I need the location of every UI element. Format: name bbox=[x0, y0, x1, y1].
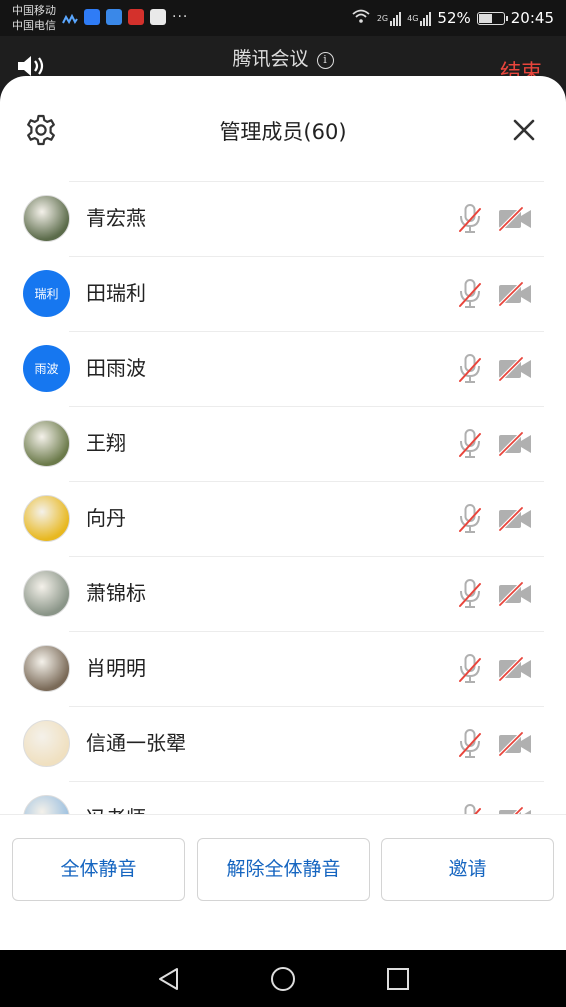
member-name: 王翔 bbox=[86, 431, 126, 455]
wifi-icon bbox=[351, 8, 371, 28]
sheet-header: 管理成员(60) bbox=[0, 76, 566, 182]
mic-muted-icon[interactable] bbox=[458, 653, 482, 685]
avatar-initials: 雨波 bbox=[34, 362, 59, 376]
recent-apps-icon[interactable] bbox=[384, 965, 412, 993]
member-avatar bbox=[23, 795, 70, 814]
member-name: 向丹 bbox=[86, 506, 126, 530]
member-name: 青宏燕 bbox=[86, 206, 146, 230]
mic-muted-icon[interactable] bbox=[458, 728, 482, 760]
manage-members-sheet: 管理成员(60) 青宏燕瑞利 田瑞利雨波 田雨波王翔向丹萧锦标肖明明信通一张翚冯老师… bbox=[0, 76, 566, 950]
member-row[interactable]: 信通一张翚 bbox=[0, 706, 566, 781]
member-row[interactable]: 向丹 bbox=[0, 481, 566, 556]
invite-button[interactable]: 邀请 bbox=[381, 838, 554, 901]
back-icon[interactable] bbox=[155, 965, 183, 993]
carrier-info: 中国移动 中国电信 bbox=[12, 3, 56, 33]
member-row[interactable]: 王翔 bbox=[0, 406, 566, 481]
camera-off-icon[interactable] bbox=[497, 206, 533, 232]
battery-percent: 52% bbox=[437, 9, 471, 27]
member-avatar bbox=[23, 570, 70, 617]
member-row[interactable]: 冯老师 bbox=[0, 781, 566, 814]
camera-off-icon[interactable] bbox=[497, 656, 533, 682]
member-avatar bbox=[23, 645, 70, 692]
home-icon[interactable] bbox=[269, 965, 297, 993]
sheet-title: 管理成员(60) bbox=[219, 120, 347, 144]
network-type-2: 4G bbox=[407, 13, 419, 23]
unmute-all-button[interactable]: 解除全体静音 bbox=[197, 838, 370, 901]
battery-level bbox=[478, 13, 493, 23]
more-notifications-icon: ··· bbox=[172, 9, 189, 25]
close-icon[interactable] bbox=[512, 118, 536, 142]
member-list: 青宏燕瑞利 田瑞利雨波 田雨波王翔向丹萧锦标肖明明信通一张翚冯老师 bbox=[0, 181, 566, 814]
mic-muted-icon[interactable] bbox=[458, 203, 482, 235]
status-bar: 中国移动 中国电信 ··· 2G 4G 52% 20:45 bbox=[0, 0, 566, 36]
network-type-1: 2G bbox=[376, 13, 389, 23]
mic-muted-icon[interactable] bbox=[458, 278, 482, 310]
camera-off-icon[interactable] bbox=[497, 806, 533, 814]
info-icon[interactable]: i bbox=[316, 52, 334, 69]
member-name: 萧锦标 bbox=[86, 581, 146, 605]
app-notification-icon bbox=[84, 9, 100, 25]
mic-muted-icon[interactable] bbox=[458, 578, 482, 610]
member-avatar bbox=[23, 420, 70, 467]
camera-off-icon[interactable] bbox=[497, 731, 533, 757]
member-row[interactable]: 雨波 田雨波 bbox=[0, 331, 566, 406]
member-name: 冯老师 bbox=[86, 805, 146, 814]
mic-muted-icon[interactable] bbox=[458, 428, 482, 460]
battery-icon bbox=[476, 11, 508, 25]
mic-muted-icon[interactable] bbox=[458, 353, 482, 385]
member-avatar: 雨波 bbox=[23, 345, 70, 392]
recorder-notification-icon bbox=[128, 9, 144, 25]
camera-off-icon[interactable] bbox=[497, 281, 533, 307]
member-row[interactable]: 青宏燕 bbox=[0, 181, 566, 256]
status-right: 2G 4G 52% 20:45 bbox=[351, 8, 554, 28]
camera-off-icon[interactable] bbox=[497, 581, 533, 607]
member-name: 肖明明 bbox=[86, 656, 146, 680]
mic-muted-icon[interactable] bbox=[458, 503, 482, 535]
member-row[interactable]: 瑞利 田瑞利 bbox=[0, 256, 566, 331]
member-name: 田瑞利 bbox=[86, 281, 146, 305]
member-avatar bbox=[23, 720, 70, 767]
member-row[interactable]: 肖明明 bbox=[0, 631, 566, 706]
clock: 20:45 bbox=[510, 9, 554, 27]
signal-bars-icon bbox=[390, 10, 402, 26]
member-name: 信通一张翚 bbox=[86, 731, 186, 755]
camera-off-icon[interactable] bbox=[497, 431, 533, 457]
carrier-1: 中国移动 bbox=[12, 4, 56, 17]
navigation-bar bbox=[0, 950, 566, 1007]
mute-all-button[interactable]: 全体静音 bbox=[12, 838, 185, 901]
signal-wave-icon bbox=[62, 11, 78, 25]
member-avatar bbox=[23, 495, 70, 542]
mic-muted-icon[interactable] bbox=[458, 803, 482, 814]
member-avatar bbox=[23, 195, 70, 242]
signal-bars-icon bbox=[420, 10, 432, 26]
member-avatar: 瑞利 bbox=[23, 270, 70, 317]
camera-off-icon[interactable] bbox=[497, 506, 533, 532]
notification-icons: ··· bbox=[62, 9, 188, 25]
map-notification-icon bbox=[150, 9, 166, 25]
meeting-title-text: 腾讯会议 bbox=[232, 48, 309, 70]
meeting-title: 腾讯会议 i bbox=[0, 44, 566, 71]
carrier-2: 中国电信 bbox=[12, 19, 56, 32]
member-row[interactable]: 萧锦标 bbox=[0, 556, 566, 631]
action-bar: 全体静音 解除全体静音 邀请 bbox=[0, 814, 566, 950]
avatar-initials: 瑞利 bbox=[34, 287, 59, 301]
member-name: 田雨波 bbox=[86, 356, 146, 380]
camera-off-icon[interactable] bbox=[497, 356, 533, 382]
app-notification-icon bbox=[106, 9, 122, 25]
